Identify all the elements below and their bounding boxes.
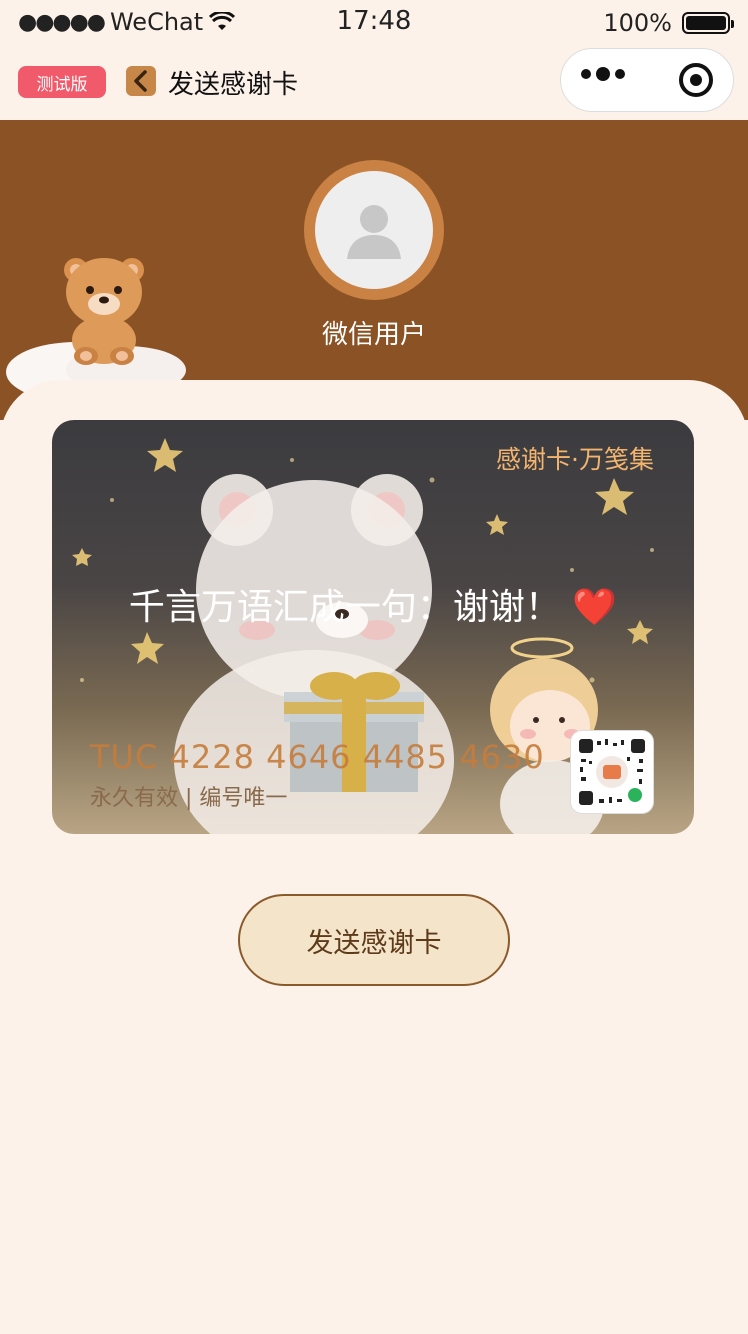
heart-icon: ❤️ xyxy=(572,587,618,628)
user-name: 微信用户 xyxy=(321,320,426,350)
close-mini-program-button[interactable] xyxy=(679,63,713,97)
card-number: TUC 4228 4646 4485 4630 xyxy=(90,738,545,776)
card-validity: 永久有效 | 编号唯一 xyxy=(90,786,288,811)
battery-icon xyxy=(682,12,734,34)
qr-code-icon xyxy=(579,739,645,805)
chevron-left-icon xyxy=(134,70,147,92)
back-button[interactable] xyxy=(126,66,156,96)
status-bar: ●●●●● WeChat 17:48 100% xyxy=(0,0,748,44)
battery-info: 100% xyxy=(603,9,734,37)
card-brand: 感谢卡·万笺集 xyxy=(496,445,654,474)
card-message-text: 千言万语汇成一句：谢谢！ xyxy=(128,587,561,628)
mini-program-capsule xyxy=(560,48,734,112)
more-menu-button[interactable] xyxy=(581,67,625,81)
page-title: 发送感谢卡 xyxy=(168,70,299,100)
battery-percent: 100% xyxy=(603,9,672,37)
mini-program-qr-code xyxy=(570,730,654,814)
card-message: 千言万语汇成一句：谢谢！ ❤️ xyxy=(52,578,694,630)
avatar[interactable] xyxy=(304,160,444,300)
nav-bar: 测试版 发送感谢卡 xyxy=(0,44,748,120)
user-silhouette-icon xyxy=(347,205,401,259)
test-version-badge: 测试版 xyxy=(18,66,106,98)
send-thank-you-card-button[interactable]: 发送感谢卡 xyxy=(238,894,510,986)
avatar-placeholder xyxy=(315,171,433,289)
thank-you-card: 感谢卡·万笺集 千言万语汇成一句：谢谢！ ❤️ TUC 4228 4646 44… xyxy=(52,420,694,834)
